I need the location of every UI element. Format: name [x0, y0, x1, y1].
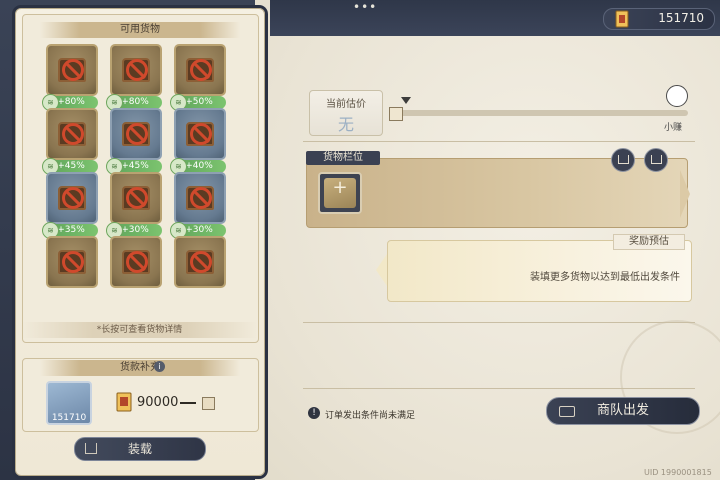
goods-item[interactable] [174, 172, 226, 224]
more-dots-icon[interactable]: ••• [353, 0, 376, 14]
add-cargo-slot[interactable]: + [318, 172, 362, 214]
arrow-icon [180, 402, 196, 404]
download-icon [85, 443, 97, 454]
warning-text: 订单发出条件尚未满足 [325, 411, 416, 421]
bonus-text: +35% [57, 225, 85, 235]
unavailable-icon [62, 251, 84, 273]
goods-item[interactable] [46, 172, 98, 224]
divider [303, 141, 695, 142]
uid-label: UID 1990001815 [644, 468, 712, 477]
estimate-progress-track [393, 110, 688, 116]
available-goods-title: 可用货物 [40, 22, 240, 38]
estimate-box: 当前估价 无 [309, 90, 383, 136]
currency-amount: 151710 [658, 11, 704, 25]
import-button[interactable] [611, 148, 635, 172]
estimate-value: 无 [337, 115, 354, 134]
warning-icon: ! [308, 407, 320, 419]
unavailable-icon [190, 59, 212, 81]
load-button-label: 装载 [127, 442, 152, 456]
ticket-icon [615, 10, 629, 28]
clear-icon [651, 155, 662, 164]
ticket-icon [116, 392, 132, 412]
supply-price: 90000 [137, 395, 179, 410]
goods-item[interactable] [110, 236, 162, 288]
divider [303, 388, 695, 389]
bonus-text: +45% [121, 161, 149, 171]
progress-end-label: 小赚 [664, 123, 683, 133]
supply-card[interactable]: 151710 [46, 381, 92, 425]
caravan-icon [559, 406, 575, 417]
bonus-text: +50% [185, 97, 213, 107]
download-icon [618, 155, 629, 164]
bonus-text: +30% [185, 225, 213, 235]
info-icon[interactable]: i [154, 361, 165, 372]
unavailable-icon [190, 123, 212, 145]
unavailable-icon [62, 59, 84, 81]
goods-item[interactable] [46, 44, 98, 96]
bonus-text: +30% [121, 225, 149, 235]
goods-item[interactable] [46, 236, 98, 288]
profit-icon[interactable] [666, 85, 688, 107]
reward-text: 装填更多货物以达到最低出发条件 [530, 272, 680, 283]
bonus-text: +40% [185, 161, 213, 171]
long-press-hint: *长按可查看货物详情 [22, 322, 257, 338]
unavailable-icon [126, 123, 148, 145]
depart-button[interactable]: 商队出发 [546, 397, 700, 425]
goods-item[interactable] [174, 44, 226, 96]
unavailable-icon [62, 123, 84, 145]
estimate-label: 当前估价 [326, 99, 366, 110]
unavailable-icon [190, 187, 212, 209]
divider [303, 322, 695, 323]
supply-card-amount: 151710 [51, 413, 87, 423]
cargo-slot-title: 货物栏位 [306, 151, 380, 165]
depart-button-label: 商队出发 [596, 403, 649, 418]
plus-icon: + [332, 177, 348, 198]
placeholder-icon [202, 397, 215, 410]
bonus-text: +45% [57, 161, 85, 171]
unavailable-icon [126, 251, 148, 273]
bonus-text: +80% [57, 97, 85, 107]
unavailable-icon [62, 187, 84, 209]
progress-start-icon [389, 107, 403, 121]
progress-pointer-icon [401, 97, 411, 104]
goods-item[interactable] [174, 108, 226, 160]
goods-item[interactable] [110, 172, 162, 224]
reward-arrow [376, 254, 387, 286]
currency-display[interactable]: 151710 [603, 8, 715, 30]
reward-title: 奖励预估 [613, 234, 685, 250]
goods-item[interactable] [174, 236, 226, 288]
unavailable-icon [190, 251, 212, 273]
clear-button[interactable] [644, 148, 668, 172]
goods-item[interactable] [110, 44, 162, 96]
supply-title: 货款补充 [40, 360, 240, 376]
load-button[interactable]: 装载 [74, 437, 206, 461]
goods-item[interactable] [46, 108, 98, 160]
bonus-text: +80% [121, 97, 149, 107]
slot-arrow [680, 170, 690, 218]
goods-item[interactable] [110, 108, 162, 160]
unavailable-icon [126, 59, 148, 81]
unavailable-icon [126, 187, 148, 209]
